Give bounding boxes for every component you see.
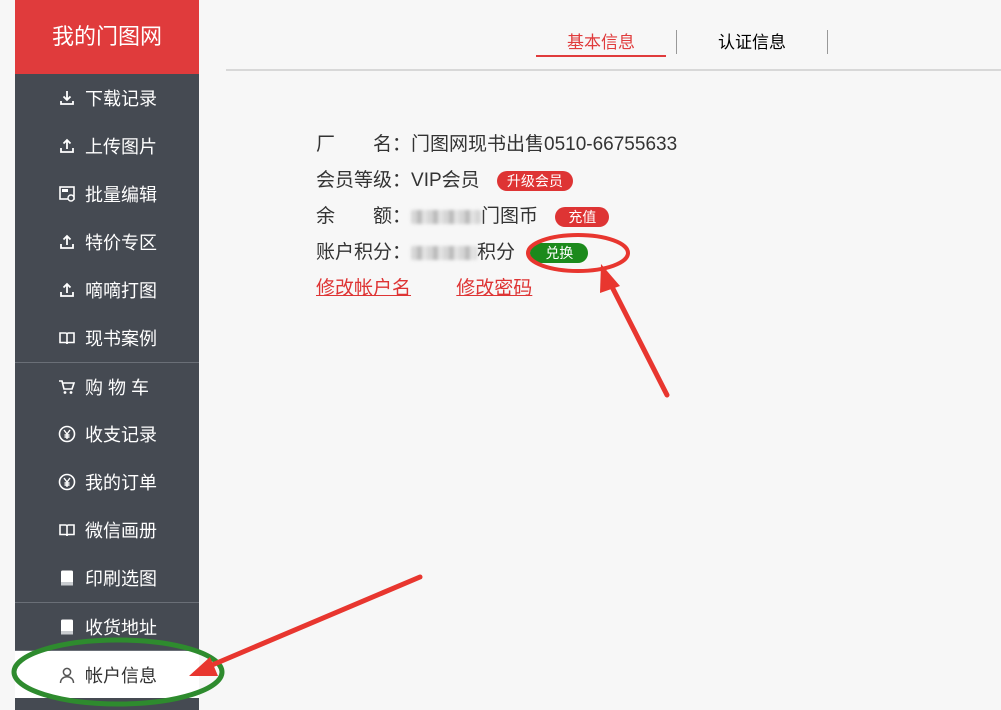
- sidebar-item-label: 嘀嘀打图: [85, 281, 157, 301]
- balance-value-blurred: [411, 209, 482, 224]
- tab-auth-info[interactable]: 认证信息: [687, 30, 817, 56]
- sidebar-item-wechat-album[interactable]: 微信画册: [15, 506, 199, 554]
- cart-icon: [57, 377, 77, 397]
- edit-account-name-link[interactable]: 修改帐户名: [316, 278, 411, 299]
- upload-icon: [57, 232, 77, 252]
- sidebar-item-upload-images[interactable]: 上传图片: [15, 122, 199, 170]
- sidebar-item-label: 帐户信息: [85, 665, 157, 686]
- tab-divider: [676, 30, 677, 54]
- annotation-red-arrow-line: [604, 274, 670, 398]
- edit-password-link[interactable]: 修改密码: [456, 278, 532, 299]
- recharge-button[interactable]: 充值: [555, 206, 610, 227]
- user-icon: [57, 665, 77, 685]
- factory-value: 门图网现书出售0510-66755633: [411, 134, 678, 155]
- sidebar-item-label: 上传图片: [85, 137, 157, 157]
- sidebar-item-my-orders[interactable]: 我的订单: [15, 458, 199, 506]
- sidebar: 我的门图网 下载记录 上传图片 批量编辑 特价专区 嘀嘀打图 现书案例 购 物 …: [15, 0, 199, 710]
- batch-edit-icon: [57, 184, 77, 204]
- tab-bar: 基本信息 认证信息: [226, 0, 1001, 71]
- sidebar-item-label: 印刷选图: [85, 569, 157, 589]
- factory-row: 厂 名：门图网现书出售0510-66755633: [316, 130, 677, 160]
- sidebar-item-label: 现书案例: [85, 329, 157, 349]
- notebook-icon: [57, 568, 77, 588]
- points-row: 账户积分： 积分 兑换: [316, 238, 589, 268]
- sidebar-item-cart[interactable]: 购 物 车: [15, 362, 199, 410]
- yen-icon: [57, 472, 77, 492]
- sidebar-item-label: 下载记录: [85, 89, 157, 109]
- download-icon: [57, 88, 77, 108]
- sidebar-item-download-records[interactable]: 下载记录: [15, 74, 199, 122]
- balance-label: 余 额：: [316, 206, 412, 227]
- upload-icon: [57, 280, 77, 300]
- balance-unit: 门图币: [481, 206, 539, 227]
- notebook-icon: [57, 617, 77, 637]
- sidebar-item-label: 收支记录: [85, 425, 157, 445]
- exchange-button[interactable]: 兑换: [530, 242, 589, 263]
- book-icon: [57, 328, 77, 348]
- sidebar-item-account-info[interactable]: 帐户信息: [15, 650, 199, 698]
- sidebar-item-label: 微信画册: [85, 521, 157, 541]
- points-value-blurred: [411, 245, 478, 260]
- sidebar-item-label: 收货地址: [85, 617, 157, 638]
- sidebar-item-book-cases[interactable]: 现书案例: [15, 314, 199, 362]
- sidebar-item-batch-edit[interactable]: 批量编辑: [15, 170, 199, 218]
- sidebar-item-shipping-address[interactable]: 收货地址: [15, 602, 199, 650]
- sidebar-item-label: 我的订单: [85, 473, 157, 493]
- points-label: 账户积分：: [316, 242, 412, 263]
- upload-icon: [57, 136, 77, 156]
- points-unit: 积分: [477, 242, 516, 263]
- sidebar-item-print-select[interactable]: 印刷选图: [15, 554, 199, 602]
- member-level-value: VIP会员: [411, 170, 480, 191]
- sidebar-item-label: 购 物 车: [85, 377, 150, 398]
- sidebar-item-income-records[interactable]: 收支记录: [15, 410, 199, 458]
- sidebar-item-didi-print[interactable]: 嘀嘀打图: [15, 266, 199, 314]
- annotation-red-arrowhead: [600, 264, 620, 293]
- edit-links-row: 修改帐户名 修改密码: [316, 274, 532, 304]
- balance-row: 余 额： 门图币 充值: [316, 202, 610, 232]
- brand-title[interactable]: 我的门图网: [15, 0, 199, 74]
- book-icon: [57, 520, 77, 540]
- sidebar-item-special-offer[interactable]: 特价专区: [15, 218, 199, 266]
- upgrade-member-button[interactable]: 升级会员: [496, 170, 573, 191]
- annotation-red-arrow-line: [202, 574, 423, 671]
- factory-label: 厂 名：: [316, 134, 412, 155]
- tab-basic-info[interactable]: 基本信息: [536, 30, 666, 57]
- member-level-label: 会员等级：: [316, 170, 412, 191]
- tab-divider: [827, 30, 828, 54]
- member-level-row: 会员等级：VIP会员 升级会员: [316, 166, 573, 196]
- sidebar-item-label: 特价专区: [85, 233, 157, 253]
- sidebar-item-label: 批量编辑: [85, 185, 157, 205]
- yen-icon: [57, 424, 77, 444]
